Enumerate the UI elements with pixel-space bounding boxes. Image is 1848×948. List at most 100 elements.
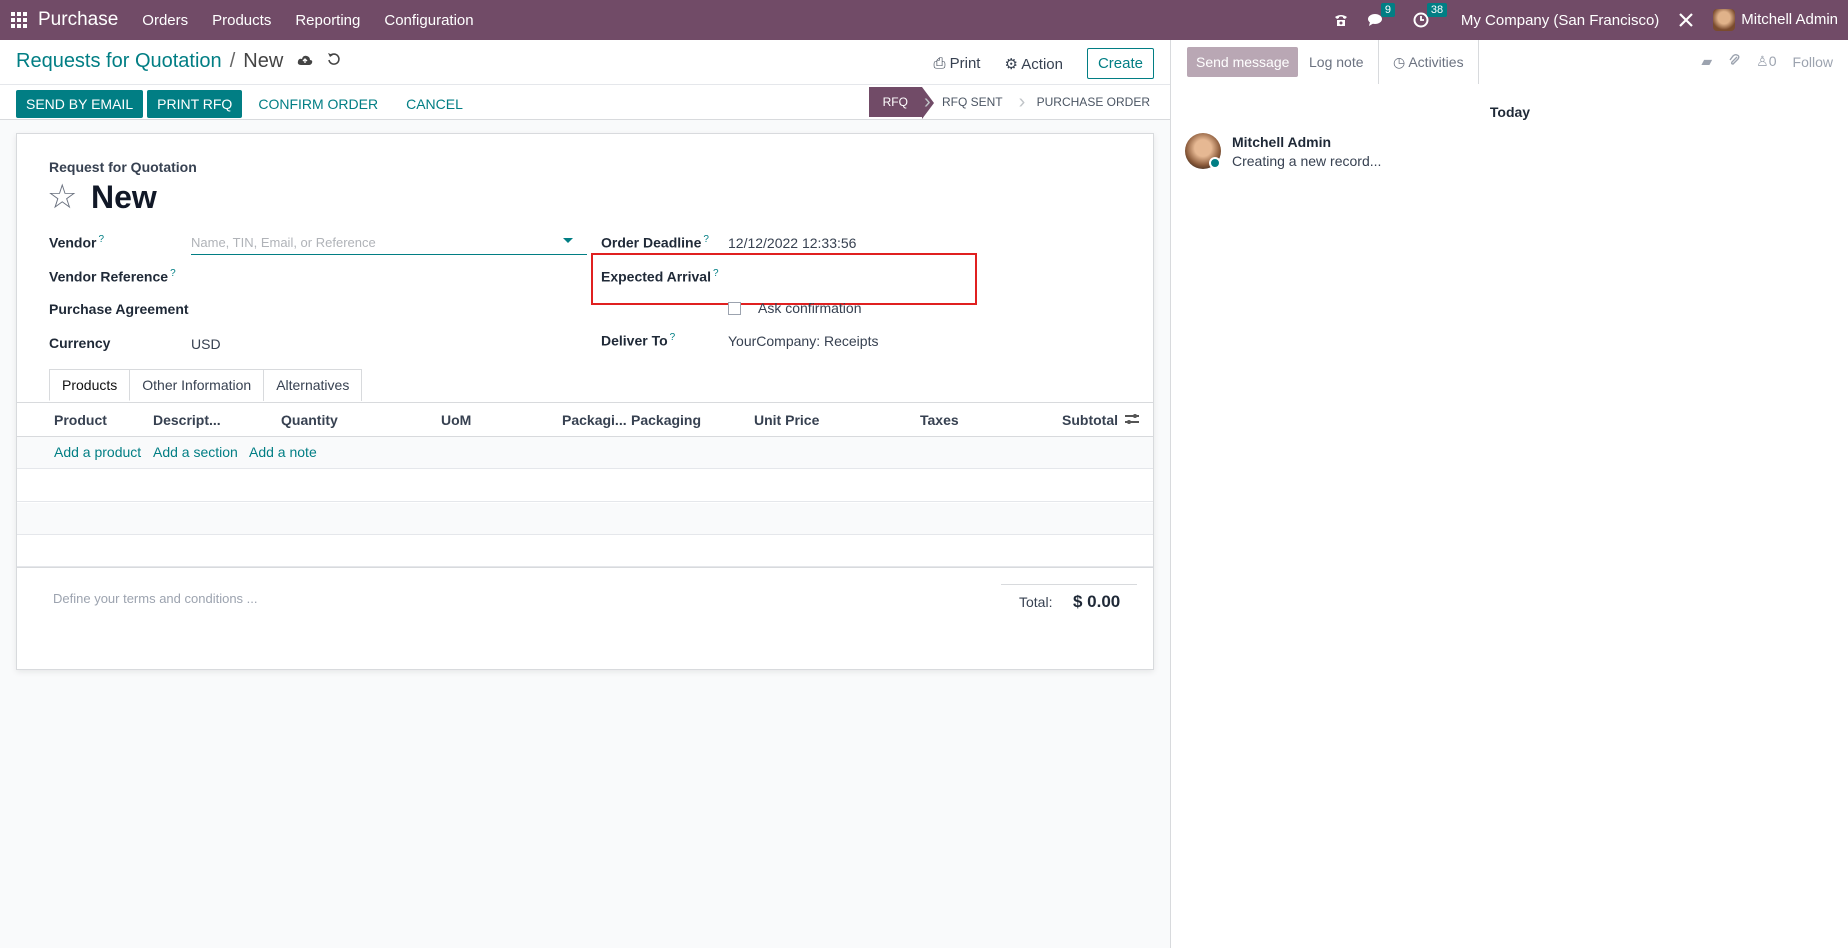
total-label: Total: xyxy=(1019,594,1053,610)
app-menu-icon[interactable] xyxy=(0,0,38,40)
notebook-tabs: Products Other Information Alternatives xyxy=(49,369,363,401)
chatter-actions: ▰ ♙0 Follow xyxy=(1701,53,1833,70)
stage-purchase-order[interactable]: PURCHASE ORDER xyxy=(1017,87,1164,117)
tab-other-information[interactable]: Other Information xyxy=(129,369,265,401)
status-bar: RFQ RFQ SENT PURCHASE ORDER xyxy=(868,86,1164,119)
col-unit-price[interactable]: Unit Price xyxy=(754,412,819,428)
vendor-reference-label: Vendor Reference? xyxy=(49,268,176,285)
print-label: Print xyxy=(949,55,981,72)
tab-alternatives[interactable]: Alternatives xyxy=(263,369,363,401)
order-deadline-value[interactable]: 12/12/2022 12:33:56 xyxy=(728,235,856,251)
record-title: New xyxy=(91,179,157,215)
save-cloud-icon[interactable] xyxy=(297,53,313,71)
breadcrumb-rfq-link[interactable]: Requests for Quotation xyxy=(16,50,222,73)
currency-label: Currency xyxy=(49,335,111,351)
vendor-input[interactable] xyxy=(191,231,587,255)
book-icon[interactable]: ▰ xyxy=(1701,53,1712,70)
app-name[interactable]: Purchase xyxy=(38,9,118,31)
user-menu[interactable]: Mitchell Admin xyxy=(1713,9,1838,31)
form-heading: Request for Quotation xyxy=(49,159,197,175)
send-message-button[interactable]: Send message xyxy=(1187,47,1299,77)
chatter-panel: Send message Log note ◷ Activities ▰ ♙0 … xyxy=(1170,40,1848,948)
priority-star-icon[interactable]: ☆ xyxy=(47,177,77,217)
follow-button[interactable]: Follow xyxy=(1793,54,1833,70)
person-icon: ♙ xyxy=(1756,53,1769,69)
activities-badge: 38 xyxy=(1426,3,1448,17)
total-value: $ 0.00 xyxy=(1073,592,1121,611)
add-note-link[interactable]: Add a note xyxy=(249,444,317,460)
breadcrumb: Requests for Quotation / New xyxy=(16,50,341,73)
menu-reporting[interactable]: Reporting xyxy=(283,12,372,29)
menu-products[interactable]: Products xyxy=(200,12,283,29)
table-row xyxy=(17,535,1153,567)
vendor-dropdown-caret-icon[interactable] xyxy=(563,238,573,243)
control-panel: Requests for Quotation / New ⎙ Print ⚙ A… xyxy=(0,40,1170,120)
order-lines-header: Product Descript... Quantity UoM Packagi… xyxy=(17,403,1153,437)
chatter-topbar: Send message Log note ◷ Activities ▰ ♙0 … xyxy=(1171,40,1848,84)
menu-configuration[interactable]: Configuration xyxy=(372,12,485,29)
message-author[interactable]: Mitchell Admin xyxy=(1232,134,1331,150)
col-packaging[interactable]: Packaging xyxy=(631,412,701,428)
stage-rfq-sent[interactable]: RFQ SENT xyxy=(922,87,1017,117)
action-bar: SEND BY EMAIL PRINT RFQ CONFIRM ORDER CA… xyxy=(16,90,475,118)
optional-columns-icon[interactable] xyxy=(1125,413,1139,425)
confirm-order-button[interactable]: CONFIRM ORDER xyxy=(246,90,390,118)
discard-undo-icon[interactable] xyxy=(327,52,341,71)
messages-badge: 9 xyxy=(1380,3,1396,17)
col-description[interactable]: Descript... xyxy=(153,412,221,428)
ask-confirmation-checkbox[interactable] xyxy=(728,302,741,315)
clock-icon: ◷ xyxy=(1393,54,1406,70)
vendor-label: Vendor? xyxy=(49,234,105,251)
top-navbar: Purchase Orders Products Reporting Confi… xyxy=(0,0,1848,40)
table-bottom-line xyxy=(17,567,1153,568)
attachment-paperclip-icon[interactable] xyxy=(1728,53,1740,70)
activities-clock-icon[interactable]: 38 xyxy=(1413,3,1448,28)
tab-products[interactable]: Products xyxy=(49,369,131,401)
phone-icon[interactable] xyxy=(1333,12,1349,28)
stage-rfq[interactable]: RFQ xyxy=(868,87,935,119)
user-avatar xyxy=(1713,9,1736,31)
date-separator: Today xyxy=(1489,104,1531,120)
col-packaging-qty[interactable]: Packagi... xyxy=(562,412,627,428)
add-product-link[interactable]: Add a product xyxy=(54,444,141,460)
control-divider xyxy=(0,84,1170,85)
send-by-email-button[interactable]: SEND BY EMAIL xyxy=(16,90,144,118)
purchase-agreement-label: Purchase Agreement xyxy=(49,301,189,317)
company-switcher[interactable]: My Company (San Francisco) xyxy=(1461,12,1659,29)
followers-button[interactable]: ♙0 xyxy=(1756,53,1776,70)
user-name: Mitchell Admin xyxy=(1741,10,1838,28)
col-taxes[interactable]: Taxes xyxy=(920,412,959,428)
add-line-row: Add a product Add a section Add a note xyxy=(17,437,1153,469)
print-menu[interactable]: ⎙ Print xyxy=(933,55,980,72)
deliver-to-label: Deliver To? xyxy=(601,332,676,349)
table-row xyxy=(17,503,1153,535)
menu-orders[interactable]: Orders xyxy=(130,12,200,29)
activities-button[interactable]: ◷ Activities xyxy=(1378,40,1479,84)
log-note-button[interactable]: Log note xyxy=(1297,47,1376,77)
breadcrumb-current: New xyxy=(243,50,284,72)
col-quantity[interactable]: Quantity xyxy=(281,412,338,428)
add-section-link[interactable]: Add a section xyxy=(153,444,238,460)
col-product[interactable]: Product xyxy=(54,412,107,428)
col-subtotal[interactable]: Subtotal xyxy=(1062,412,1118,428)
currency-value[interactable]: USD xyxy=(191,336,221,352)
create-button[interactable]: Create xyxy=(1086,48,1154,79)
total-separator xyxy=(1001,584,1137,585)
form-sheet: Request for Quotation ☆ New Vendor? Vend… xyxy=(16,133,1154,670)
cancel-button[interactable]: CANCEL xyxy=(394,90,475,118)
col-uom[interactable]: UoM xyxy=(441,412,471,428)
terms-conditions-field[interactable]: Define your terms and conditions ... xyxy=(53,591,258,606)
order-deadline-label: Order Deadline? xyxy=(601,234,709,251)
online-status-icon xyxy=(1209,157,1221,169)
debug-tools-icon[interactable] xyxy=(1677,11,1695,29)
print-icon: ⎙ xyxy=(933,55,946,72)
action-menu[interactable]: ⚙ Action xyxy=(1004,55,1063,73)
ask-confirmation-label: Ask confirmation xyxy=(758,300,862,316)
gear-icon: ⚙ xyxy=(1004,55,1018,73)
table-row xyxy=(17,470,1153,502)
messages-icon[interactable]: 9 xyxy=(1367,3,1396,28)
print-rfq-button[interactable]: PRINT RFQ xyxy=(147,90,243,118)
deliver-to-value[interactable]: YourCompany: Receipts xyxy=(728,333,878,349)
activities-label: Activities xyxy=(1408,54,1464,70)
expected-arrival-label: Expected Arrival? xyxy=(601,268,719,285)
